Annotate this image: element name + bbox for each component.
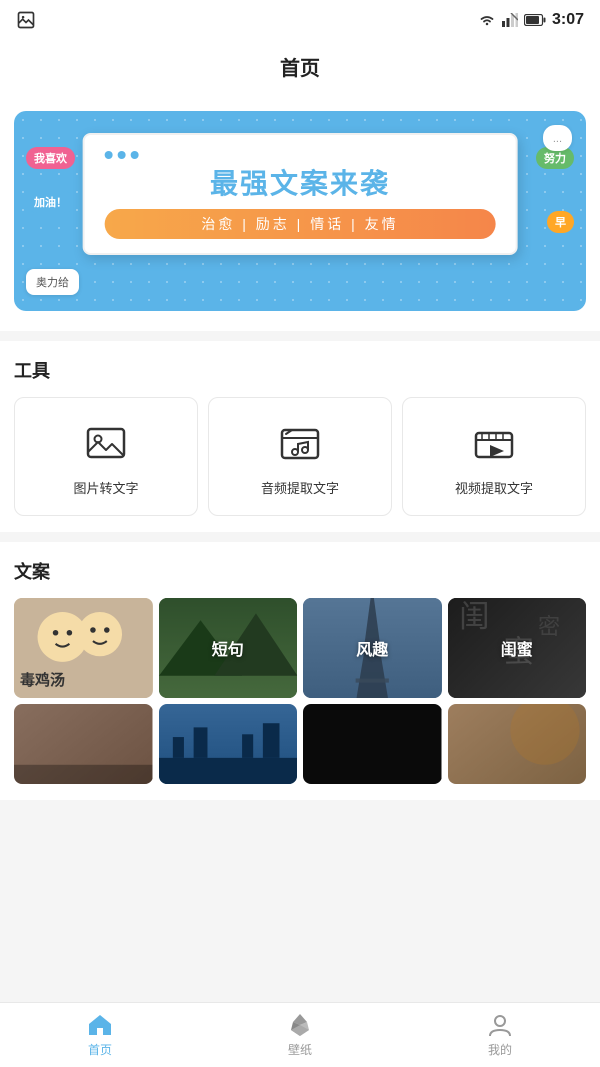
wallpaper-icon — [287, 1012, 313, 1038]
banner-card: 最强文案来袭 治愈 | 励志 | 情话 | 友情 — [83, 133, 518, 255]
signal-icon — [502, 13, 518, 27]
badge-cheer: 加油！ — [26, 191, 75, 213]
copy-card-1[interactable]: 短句 — [159, 598, 298, 698]
tool-video-label: 视频提取文字 — [455, 478, 533, 497]
svg-text:...: ... — [21, 692, 30, 698]
bubble-top-right: ... — [543, 125, 572, 151]
profile-icon — [487, 1012, 513, 1038]
svg-text:闺: 闺 — [459, 600, 489, 634]
nav-home-label: 首页 — [88, 1041, 112, 1058]
dot-2 — [118, 151, 126, 159]
nav-profile-label: 我的 — [488, 1041, 512, 1058]
audio-to-text-icon — [276, 420, 324, 468]
svg-text:密: 密 — [538, 614, 560, 639]
wifi-icon — [478, 13, 496, 27]
image-to-text-icon — [82, 420, 130, 468]
nav-home[interactable]: 首页 — [0, 1003, 200, 1067]
copy-card-3[interactable]: 闺 蜜 密 闺蜜 — [448, 598, 587, 698]
status-bar: 3:07 — [0, 0, 600, 40]
banner[interactable]: 我喜欢 加油！ 努力 早 奥力给 最强文案来袭 治愈 | 励志 | 情话 | 友… — [14, 111, 586, 311]
bg-0 — [14, 704, 153, 784]
tool-audio-label: 音频提取文字 — [261, 478, 339, 497]
video-to-text-icon — [470, 420, 518, 468]
tool-image-to-text[interactable]: 图片转文字 — [14, 397, 198, 516]
dot-3 — [131, 151, 139, 159]
copy-grid-row2 — [14, 704, 586, 784]
tool-video-to-text[interactable]: 视频提取文字 — [402, 397, 586, 516]
dot-1 — [105, 151, 113, 159]
tools-grid: 图片转文字 音频提取文字 — [14, 397, 586, 516]
status-right: 3:07 — [478, 11, 584, 29]
tool-image-label: 图片转文字 — [73, 478, 138, 497]
nav-wallpaper-label: 壁纸 — [288, 1041, 312, 1058]
banner-section: 我喜欢 加油！ 努力 早 奥力给 最强文案来袭 治愈 | 励志 | 情话 | 友… — [0, 95, 600, 331]
copy-label-3: 闺蜜 — [501, 636, 533, 660]
banner-subtitle: 治愈 | 励志 | 情话 | 友情 — [105, 209, 496, 239]
page-title: 首页 — [280, 58, 320, 80]
status-left — [16, 10, 36, 30]
copy-grid-row1: ... 毒鸡汤 — [14, 598, 586, 698]
page-header: 首页 — [0, 40, 600, 95]
nav-wallpaper[interactable]: 壁纸 — [200, 1003, 400, 1067]
bg-2 — [303, 704, 442, 784]
copy-card2-1[interactable] — [159, 704, 298, 784]
copy-card-0[interactable]: ... 毒鸡汤 — [14, 598, 153, 698]
copy-card2-3[interactable] — [448, 704, 587, 784]
bg-3 — [448, 704, 587, 784]
bg-1 — [159, 704, 298, 784]
copy-label-2: 风趣 — [356, 636, 388, 660]
image-icon — [16, 10, 36, 30]
bottom-nav: 首页 壁纸 我的 — [0, 1002, 600, 1067]
copywriting-section: 文案 ... — [0, 542, 600, 800]
badge-like: 我喜欢 — [26, 147, 75, 169]
nav-profile[interactable]: 我的 — [400, 1003, 600, 1067]
tools-section: 工具 图片转文字 — [0, 341, 600, 532]
copy-label-1: 短句 — [212, 636, 244, 660]
banner-title: 最强文案来袭 — [105, 167, 496, 201]
copy-card-2[interactable]: 风趣 — [303, 598, 442, 698]
time-display: 3:07 — [552, 11, 584, 29]
tools-title: 工具 — [14, 357, 586, 383]
copy-card2-2[interactable] — [303, 704, 442, 784]
copywriting-title: 文案 — [14, 558, 586, 584]
battery-icon — [524, 14, 546, 26]
tool-audio-to-text[interactable]: 音频提取文字 — [208, 397, 392, 516]
banner-dots — [105, 151, 496, 159]
badge-morning: 早 — [547, 211, 574, 233]
home-icon — [87, 1012, 113, 1038]
copy-label-0: 毒鸡汤 — [20, 669, 65, 690]
copy-card2-0[interactable] — [14, 704, 153, 784]
bubble-olg: 奥力给 — [26, 269, 79, 295]
